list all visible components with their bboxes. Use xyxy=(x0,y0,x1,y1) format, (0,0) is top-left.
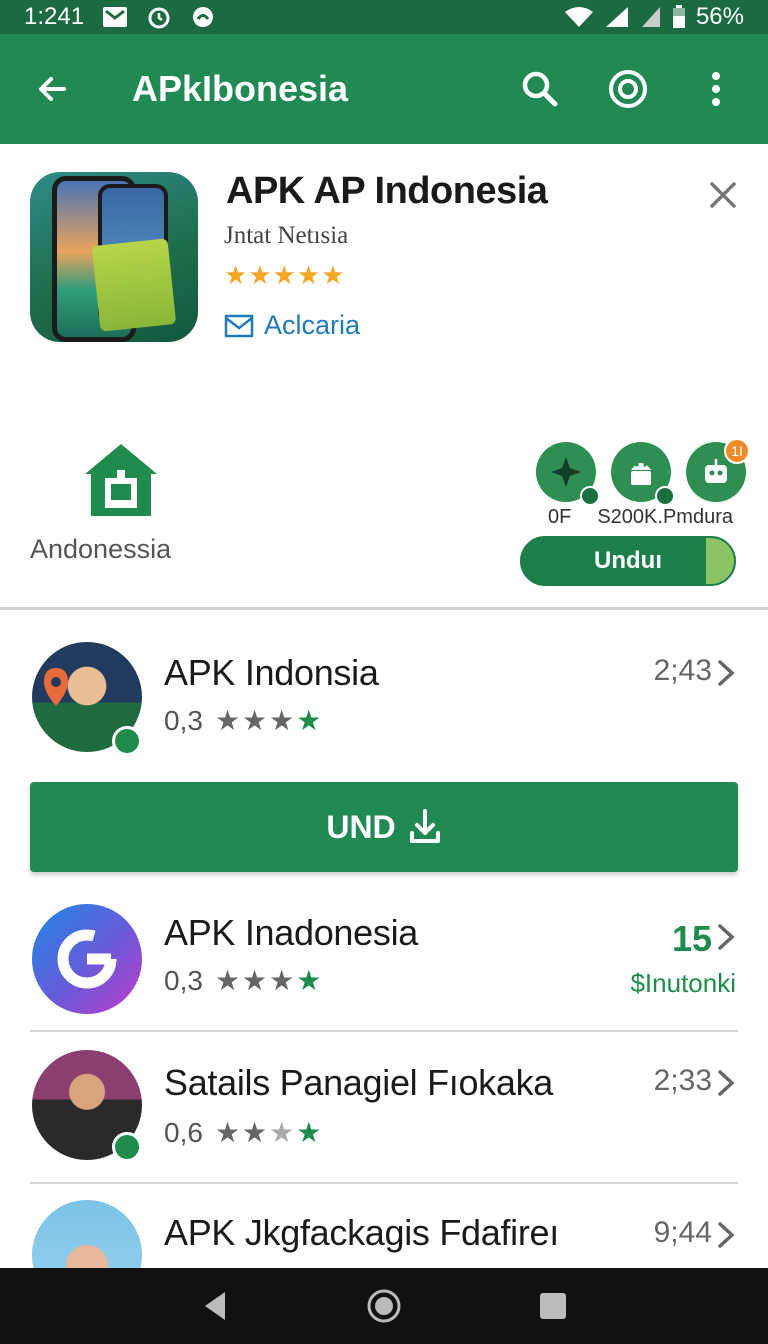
more-vertical-icon xyxy=(712,72,720,106)
close-button[interactable] xyxy=(700,172,746,218)
list-item[interactable]: Satails Panagiel Fıokaka 0,6 ★★★★ 2;33 xyxy=(0,1044,768,1194)
store-icon-block[interactable] xyxy=(28,440,178,525)
list-item-title: APK Jkgfackagis Fdafireı xyxy=(164,1212,559,1253)
chevron-right-icon xyxy=(718,924,735,950)
android-app-icon[interactable] xyxy=(611,442,675,506)
package-illustration xyxy=(91,238,177,332)
store-icon xyxy=(85,444,157,516)
sparkle-icon xyxy=(551,457,581,487)
divider xyxy=(30,1182,738,1184)
list-item-rating: 0,3 ★★★★ xyxy=(164,964,324,997)
close-icon xyxy=(710,182,736,208)
featured-app-title: APK AP Indonesia xyxy=(226,170,548,212)
list-item-meta: 2;43 xyxy=(653,654,712,687)
verified-badge xyxy=(112,726,142,756)
mail-icon xyxy=(224,314,254,337)
avatar xyxy=(32,904,142,1014)
app-title: APkIbonesia xyxy=(132,68,349,109)
chevron-right-icon xyxy=(718,1222,735,1248)
nav-recents-icon[interactable] xyxy=(535,1288,571,1324)
robot-app-icon[interactable]: 1I xyxy=(686,438,750,502)
search-icon xyxy=(522,71,558,107)
back-button[interactable] xyxy=(22,59,82,119)
app-notification-icon xyxy=(190,4,216,30)
search-button[interactable] xyxy=(510,59,570,119)
featured-app-developer: Jntat Netısia xyxy=(224,222,349,249)
nav-home-icon[interactable] xyxy=(366,1288,402,1324)
featured-download-button[interactable]: Unduı xyxy=(520,536,736,586)
list-item-title: APK Inadonesia xyxy=(164,912,418,953)
list-item-meta: 9;44 xyxy=(653,1216,712,1249)
rating-stars-icon: ★★★★ xyxy=(214,1117,324,1148)
featured-app-rating-stars: ★★★★★ xyxy=(224,260,346,290)
overflow-menu-button[interactable] xyxy=(686,59,746,119)
featured-app-link[interactable]: Aclcaria xyxy=(224,310,360,341)
feature-mini-labels: 0F S200K.Pmdura xyxy=(548,506,733,529)
mini-label-1: 0F xyxy=(548,506,572,528)
list-item[interactable]: APK Indonsia 0,3 ★★★★ 2;43 xyxy=(0,636,768,786)
list-item-title: Satails Panagiel Fıokaka xyxy=(164,1062,554,1103)
status-bar: 1:241 56% xyxy=(0,0,768,34)
avatar xyxy=(32,1200,142,1268)
store-label: Andonessia xyxy=(30,534,172,564)
app-bar: APkIbonesia xyxy=(0,34,768,144)
signal-icon xyxy=(604,5,630,29)
download-button[interactable]: UND xyxy=(30,782,738,872)
download-icon xyxy=(409,809,440,843)
battery-icon xyxy=(672,5,686,29)
notification-badge: 1I xyxy=(724,438,750,464)
nav-back-icon[interactable] xyxy=(197,1288,233,1324)
signal-secondary-icon xyxy=(640,5,662,29)
system-nav-bar xyxy=(0,1268,768,1344)
sparkle-app-icon[interactable] xyxy=(536,442,600,506)
list-item-meta-sub: $Inutonki xyxy=(630,968,736,998)
wifi-icon xyxy=(564,6,594,28)
alarm-icon xyxy=(146,4,172,30)
list-item-rating: 0,6 ★★★★ xyxy=(164,1116,324,1149)
verified-badge xyxy=(112,1132,142,1162)
rating-stars-icon: ★★★★ xyxy=(214,965,324,996)
feature-mini-icons: 1I xyxy=(536,438,750,506)
featured-app-link-label: Aclcaria xyxy=(264,310,361,340)
target-button[interactable] xyxy=(598,59,658,119)
back-arrow-icon xyxy=(39,77,66,101)
list-item-title: APK Indonsia xyxy=(164,652,379,693)
mini-label-2: S200K.Pmdura xyxy=(597,506,733,528)
status-time: 1:241 xyxy=(24,3,85,30)
list-item[interactable]: APK Jkgfackagis Fdafireı 9;44 xyxy=(0,1196,768,1268)
rating-stars-icon: ★★★★ xyxy=(214,705,324,736)
chevron-right-icon xyxy=(718,1070,735,1096)
list-item[interactable]: APK Inadonesia 0,3 ★★★★ 15 $Inutonki xyxy=(0,896,768,1046)
featured-download-label: Unduı xyxy=(594,547,662,574)
mail-notification-icon xyxy=(102,6,128,28)
battery-percent: 56% xyxy=(695,3,744,30)
chevron-right-icon xyxy=(718,660,735,686)
download-button-label: UND xyxy=(326,808,396,845)
download-progress-fill xyxy=(706,538,734,584)
featured-app-icon xyxy=(30,172,198,342)
divider xyxy=(30,1030,738,1032)
list-item-meta: 15 xyxy=(671,918,712,959)
list-item-meta: 2;33 xyxy=(653,1064,712,1097)
app-logo-icon xyxy=(57,929,117,989)
android-icon xyxy=(631,463,651,485)
target-icon xyxy=(609,70,647,108)
list-item-rating: 0,3 ★★★★ xyxy=(164,704,324,737)
